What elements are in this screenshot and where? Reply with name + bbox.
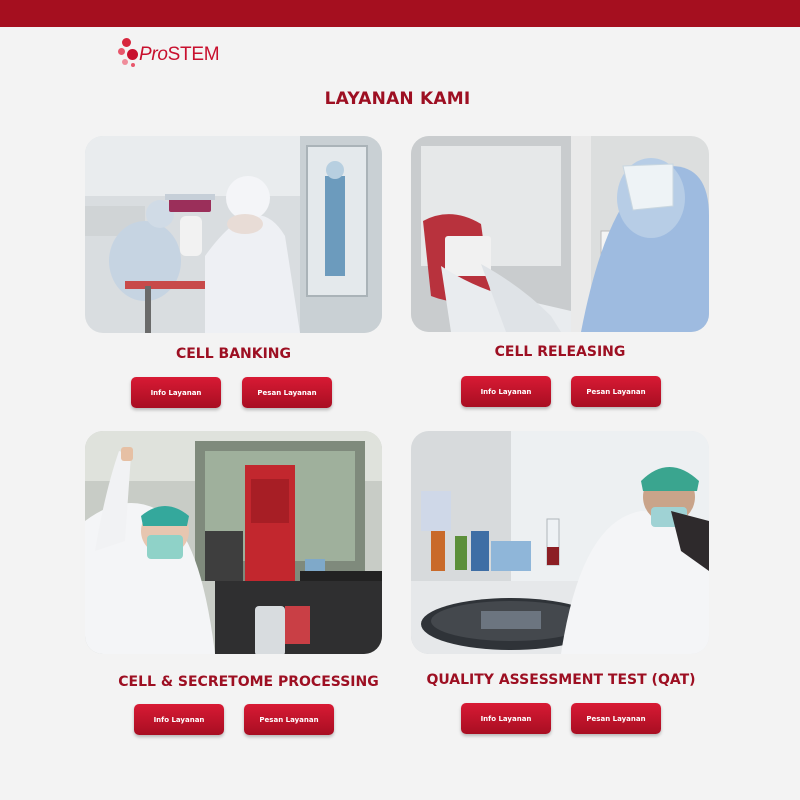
info-button-cell-secretome-processing[interactable]: Info Layanan bbox=[134, 704, 224, 735]
cell-banking-image bbox=[85, 136, 382, 333]
order-button-quality-assessment-test[interactable]: Pesan Layanan bbox=[571, 703, 661, 734]
quality-assessment-test-image bbox=[411, 431, 709, 654]
info-button-cell-releasing[interactable]: Info Layanan bbox=[461, 376, 551, 407]
section-title: LAYANAN KAMI bbox=[324, 89, 471, 109]
service-title-cell-secretome-processing: CELL & SECRETOME PROCESSING bbox=[118, 674, 379, 690]
logo-dots-icon bbox=[118, 36, 140, 70]
logo-text-pro: Pro bbox=[139, 44, 168, 65]
order-button-cell-releasing[interactable]: Pesan Layanan bbox=[571, 376, 661, 407]
info-button-quality-assessment-test[interactable]: Info Layanan bbox=[461, 703, 551, 734]
prostem-logo[interactable]: ProSTEM bbox=[118, 36, 238, 70]
cell-releasing-image bbox=[411, 136, 709, 332]
info-button-cell-banking[interactable]: Info Layanan bbox=[131, 377, 221, 408]
order-button-cell-banking[interactable]: Pesan Layanan bbox=[242, 377, 332, 408]
cell-secretome-processing-image bbox=[85, 431, 382, 654]
service-title-quality-assessment-test: QUALITY ASSESSMENT TEST (QAT) bbox=[426, 672, 696, 688]
top-bar bbox=[0, 0, 800, 27]
service-title-cell-banking: CELL BANKING bbox=[175, 346, 292, 362]
logo-text-stem: STEM bbox=[167, 44, 220, 65]
order-button-cell-secretome-processing[interactable]: Pesan Layanan bbox=[244, 704, 334, 735]
logo-text: ProSTEM bbox=[139, 44, 220, 66]
service-title-cell-releasing: CELL RELEASING bbox=[494, 344, 626, 360]
